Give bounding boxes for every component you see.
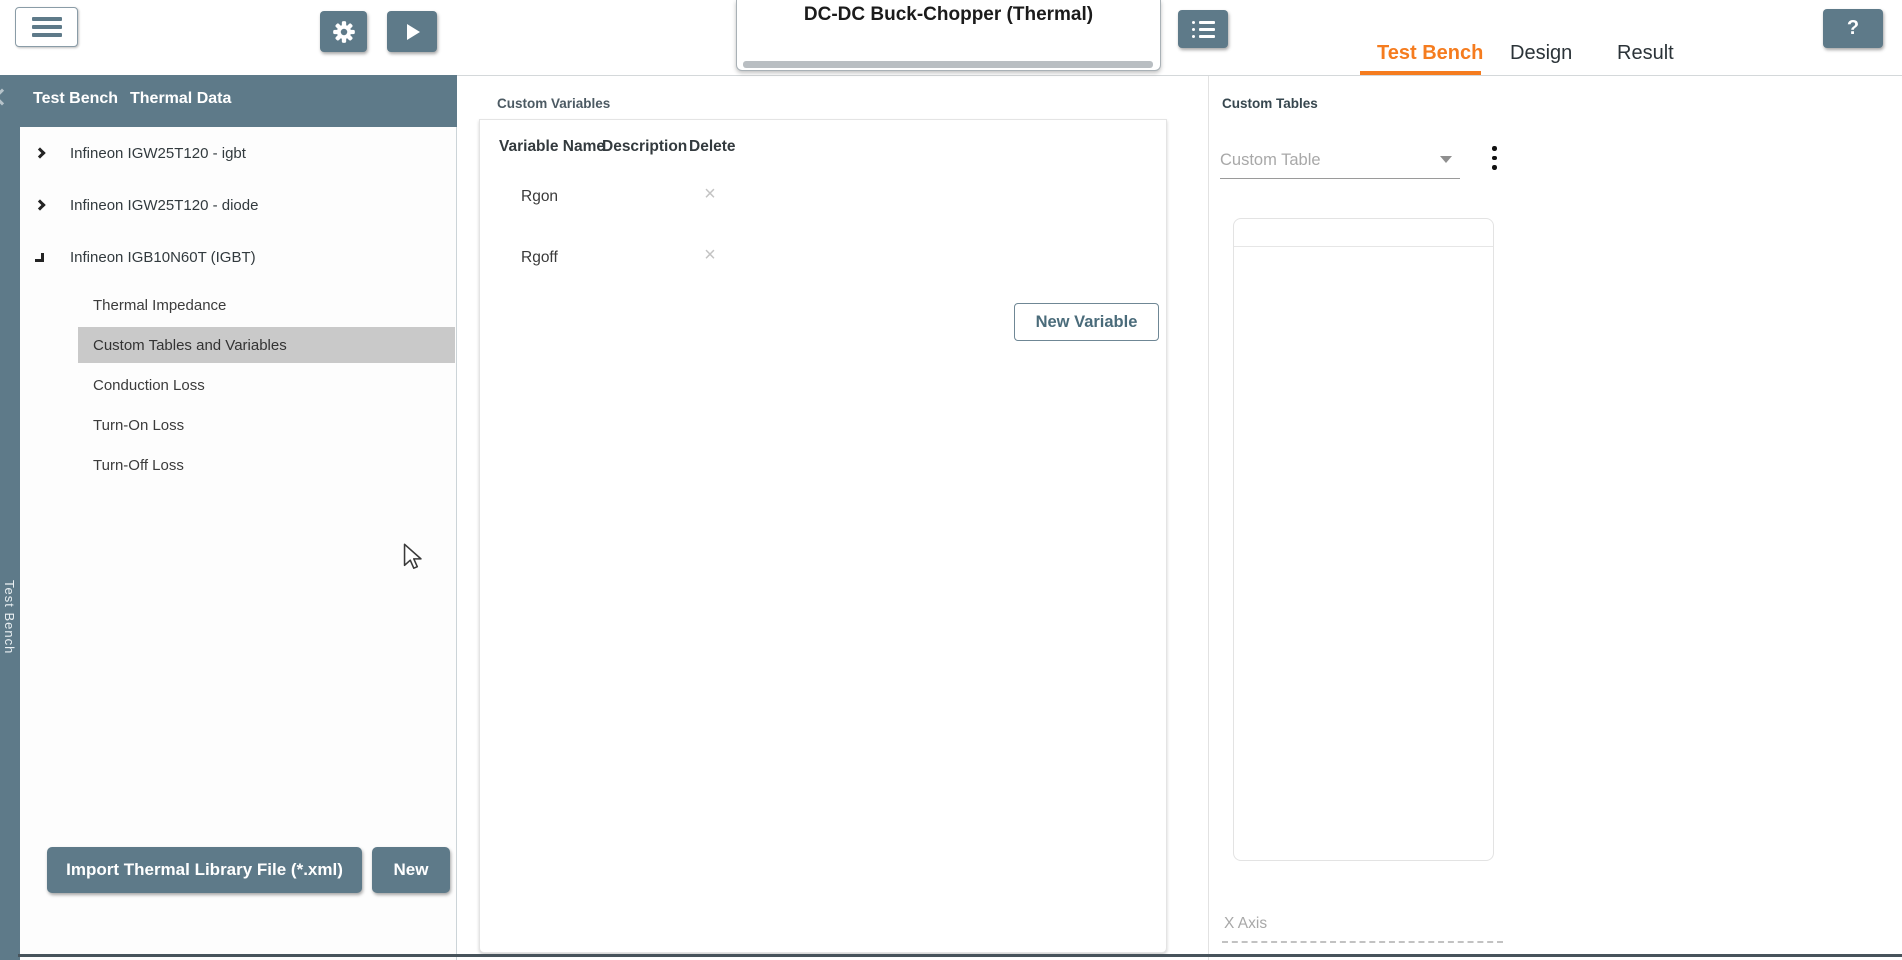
collapse-sidebar-icon[interactable] xyxy=(0,88,11,106)
sidebar-vertical-label: Test Bench xyxy=(2,580,17,655)
hamburger-icon xyxy=(31,17,62,21)
run-simulation-button[interactable] xyxy=(387,11,437,52)
list-icon xyxy=(1191,20,1215,24)
custom-table-placeholder: Custom Table xyxy=(1220,151,1321,169)
window-bottom-edge xyxy=(18,954,1902,957)
component-list-button[interactable] xyxy=(1178,10,1228,48)
help-button[interactable]: ? xyxy=(1823,9,1883,48)
tree-child-turn-off-loss[interactable]: Turn-Off Loss xyxy=(93,448,184,482)
table-row: Rgon × xyxy=(480,180,1166,216)
x-axis-underline xyxy=(1222,941,1503,943)
active-tab-underline xyxy=(1360,71,1481,75)
chevron-down-icon xyxy=(1440,156,1452,163)
tree-child-turn-on-loss[interactable]: Turn-On Loss xyxy=(93,408,184,442)
tree-item-igw25t120-diode[interactable]: Infineon IGW25T120 - diode xyxy=(20,188,456,222)
new-thermal-model-button[interactable]: New xyxy=(372,847,450,893)
tree-item-igb10n60t-igbt[interactable]: Infineon IGB10N60T (IGBT) xyxy=(20,240,456,274)
custom-variables-card: Variable Name Description Delete Rgon × … xyxy=(479,119,1167,953)
tree-child-custom-tables-and-variables[interactable]: Custom Tables and Variables xyxy=(78,327,455,363)
app-window: DC-DC Buck-Chopper (Thermal) Test Bench … xyxy=(0,0,1902,960)
column-header-delete: Delete xyxy=(689,138,736,155)
gear-icon xyxy=(332,20,355,43)
new-variable-button[interactable]: New Variable xyxy=(1014,303,1159,341)
main-menu-button[interactable] xyxy=(15,7,78,47)
column-header-description: Description xyxy=(602,138,688,155)
custom-table-grid-header xyxy=(1234,219,1493,247)
kebab-icon xyxy=(1492,146,1497,151)
tree-child-thermal-impedance[interactable]: Thermal Impedance xyxy=(93,288,226,322)
mouse-cursor xyxy=(403,543,422,569)
custom-tables-title: Custom Tables xyxy=(1222,96,1318,111)
variable-name-value[interactable]: Rgon xyxy=(521,188,558,206)
tree-child-conduction-loss[interactable]: Conduction Loss xyxy=(93,368,205,402)
sidebar-header: Test Bench Thermal Data xyxy=(0,75,457,127)
variable-name-value[interactable]: Rgoff xyxy=(521,249,558,267)
sidebar-collapsed-strip[interactable]: Test Bench xyxy=(0,75,20,960)
import-thermal-library-button[interactable]: Import Thermal Library File (*.xml) xyxy=(47,847,362,893)
sidebar-tab-test-bench[interactable]: Test Bench xyxy=(33,90,118,108)
chevron-expanded-icon[interactable] xyxy=(35,252,44,262)
settings-button[interactable] xyxy=(320,11,367,52)
column-header-variable-name: Variable Name xyxy=(499,138,605,155)
x-axis-field[interactable]: X Axis xyxy=(1224,915,1267,933)
chevron-right-icon[interactable] xyxy=(34,147,46,159)
model-title-card: DC-DC Buck-Chopper (Thermal) xyxy=(736,0,1161,71)
sidebar-tab-thermal-data[interactable]: Thermal Data xyxy=(130,90,231,108)
title-card-scrollbar[interactable] xyxy=(743,61,1153,68)
delete-variable-icon[interactable]: × xyxy=(698,183,722,206)
panel-divider xyxy=(1208,76,1209,960)
delete-variable-icon[interactable]: × xyxy=(698,244,722,267)
tab-design[interactable]: Design xyxy=(1510,42,1572,65)
table-row: Rgoff × xyxy=(480,241,1166,277)
chevron-right-icon[interactable] xyxy=(34,199,46,211)
custom-table-grid xyxy=(1233,218,1494,861)
tab-test-bench[interactable]: Test Bench xyxy=(1377,42,1483,65)
tab-result[interactable]: Result xyxy=(1617,42,1674,65)
model-title: DC-DC Buck-Chopper (Thermal) xyxy=(803,4,1094,25)
custom-variables-title: Custom Variables xyxy=(497,96,611,111)
play-icon xyxy=(407,23,420,40)
custom-table-select[interactable]: Custom Table xyxy=(1220,132,1460,179)
tree-item-igw25t120-igbt[interactable]: Infineon IGW25T120 - igbt xyxy=(20,136,456,170)
thermal-library-tree: Infineon IGW25T120 - igbt Infineon IGW25… xyxy=(20,127,457,960)
table-options-menu-button[interactable] xyxy=(1489,143,1500,173)
